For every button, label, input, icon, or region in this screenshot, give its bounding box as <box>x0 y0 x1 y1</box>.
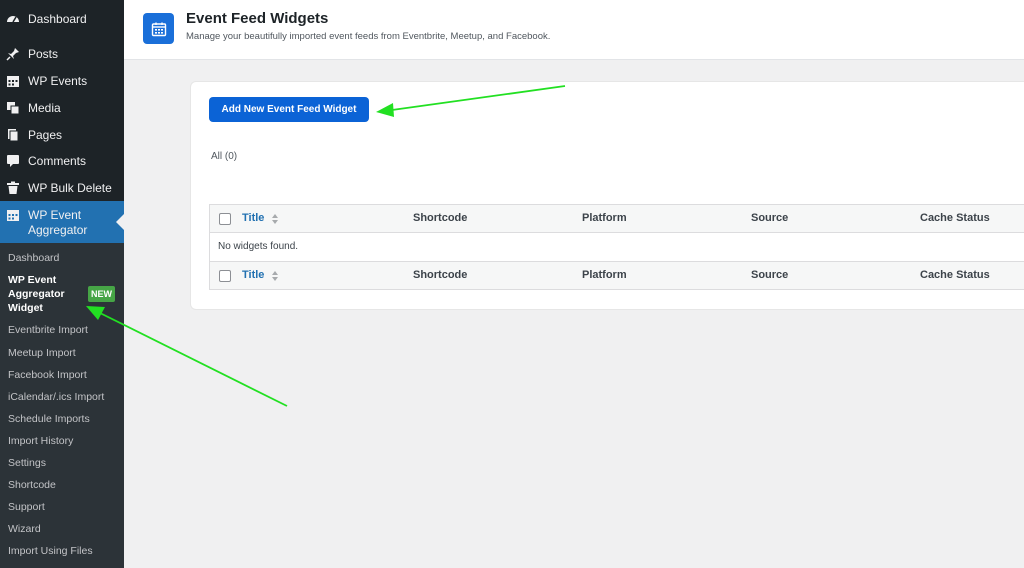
table-header-row: Title Shortcode Platform Source Cache St… <box>210 205 1024 233</box>
menu-wp-events-label: WP Events <box>28 73 88 88</box>
column-title-footer[interactable]: Title <box>242 269 264 281</box>
table-row: No widgets found. <box>210 233 1024 261</box>
column-title[interactable]: Title <box>242 212 264 224</box>
submenu-dashboard[interactable]: Dashboard <box>8 252 59 264</box>
column-source: Source <box>751 212 789 224</box>
menu-wp-event-aggregator[interactable]: WP Event Aggregator <box>0 201 124 243</box>
submenu-settings[interactable]: Settings <box>8 457 46 469</box>
add-new-widget-button[interactable]: Add New Event Feed Widget <box>209 97 369 122</box>
submenu-import-history[interactable]: Import History <box>8 435 73 447</box>
media-icon <box>6 101 20 115</box>
admin-sidebar: Dashboard Posts WP Events Media Pages Co… <box>0 0 124 568</box>
pin-icon <box>6 47 20 61</box>
submenu-wizard[interactable]: Wizard <box>8 523 41 535</box>
menu-dashboard[interactable]: Dashboard <box>0 5 124 32</box>
submenu-support[interactable]: Support <box>8 501 45 513</box>
column-platform-footer: Platform <box>582 269 627 281</box>
column-shortcode: Shortcode <box>413 212 468 224</box>
column-cache-status-footer: Cache Status <box>920 269 990 281</box>
submenu-eventbrite-import[interactable]: Eventbrite Import <box>8 324 88 336</box>
column-source-footer: Source <box>751 269 789 281</box>
column-shortcode-footer: Shortcode <box>413 269 468 281</box>
sort-icon[interactable] <box>271 213 279 225</box>
column-platform: Platform <box>582 212 627 224</box>
calendar-icon <box>6 74 20 88</box>
menu-posts-label: Posts <box>28 46 59 61</box>
submenu-schedule-imports[interactable]: Schedule Imports <box>8 413 90 425</box>
sort-icon[interactable] <box>271 270 279 282</box>
menu-media[interactable]: Media <box>0 94 124 121</box>
select-all-checkbox[interactable] <box>219 213 231 225</box>
menu-wp-event-aggregator-label: WP Event Aggregator <box>28 208 88 237</box>
trash-icon <box>6 181 20 195</box>
submenu-facebook-import[interactable]: Facebook Import <box>8 369 87 381</box>
submenu-shortcode[interactable]: Shortcode <box>8 479 56 491</box>
menu-wp-bulk-delete[interactable]: WP Bulk Delete <box>0 174 124 201</box>
pages-icon <box>6 128 20 142</box>
submenu-meetup-import[interactable]: Meetup Import <box>8 347 76 359</box>
page-header: Event Feed Widgets Manage your beautiful… <box>124 0 1024 60</box>
active-menu-indicator <box>116 214 124 230</box>
menu-pages-label: Pages <box>28 127 63 142</box>
submenu-import-using-files[interactable]: Import Using Files <box>8 545 93 557</box>
new-badge: NEW <box>88 286 115 302</box>
menu-media-label: Media <box>28 100 61 115</box>
submenu-icalendar-import[interactable]: iCalendar/.ics Import <box>8 391 104 403</box>
menu-wp-events[interactable]: WP Events <box>0 67 124 94</box>
select-all-checkbox-footer[interactable] <box>219 270 231 282</box>
dashboard-icon <box>6 12 20 26</box>
menu-wp-bulk-delete-label: WP Bulk Delete <box>28 180 112 195</box>
page-title: Event Feed Widgets <box>186 10 329 27</box>
empty-message: No widgets found. <box>218 241 299 252</box>
page-subtitle: Manage your beautifully imported event f… <box>186 31 551 42</box>
filter-all-link[interactable]: All (0) <box>211 151 237 162</box>
menu-posts[interactable]: Posts <box>0 40 124 67</box>
calendar-icon <box>6 208 20 222</box>
table-footer-row: Title Shortcode Platform Source Cache St… <box>210 261 1024 289</box>
menu-dashboard-label: Dashboard <box>28 11 87 26</box>
column-cache-status: Cache Status <box>920 212 990 224</box>
submenu-wp-event-aggregator-widget[interactable]: WP Event Aggregator Widget <box>8 273 78 315</box>
comment-icon <box>6 154 20 168</box>
menu-comments[interactable]: Comments <box>0 147 124 174</box>
menu-pages[interactable]: Pages <box>0 121 124 148</box>
calendar-icon <box>143 13 174 44</box>
menu-comments-label: Comments <box>28 153 87 168</box>
widgets-table: Title Shortcode Platform Source Cache St… <box>209 204 1024 290</box>
